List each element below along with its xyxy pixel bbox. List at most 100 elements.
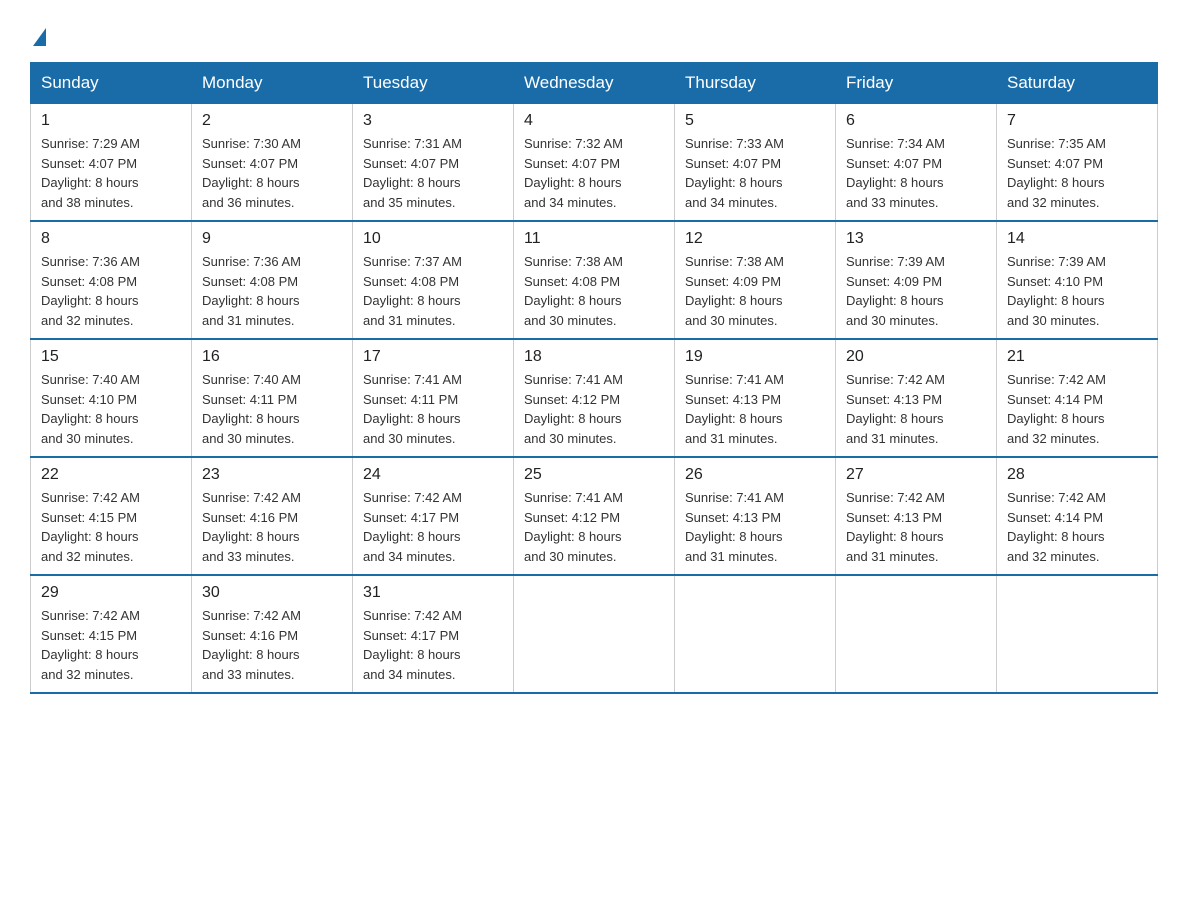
calendar-cell: 26 Sunrise: 7:41 AMSunset: 4:13 PMDaylig… [675,457,836,575]
day-number: 14 [1007,230,1147,248]
day-number: 23 [202,466,342,484]
day-info: Sunrise: 7:31 AMSunset: 4:07 PMDaylight:… [363,136,462,210]
day-number: 17 [363,348,503,366]
calendar-cell: 8 Sunrise: 7:36 AMSunset: 4:08 PMDayligh… [31,221,192,339]
day-info: Sunrise: 7:42 AMSunset: 4:17 PMDaylight:… [363,490,462,564]
calendar-cell: 6 Sunrise: 7:34 AMSunset: 4:07 PMDayligh… [836,104,997,222]
day-number: 7 [1007,112,1147,130]
day-info: Sunrise: 7:42 AMSunset: 4:16 PMDaylight:… [202,490,301,564]
calendar-cell: 2 Sunrise: 7:30 AMSunset: 4:07 PMDayligh… [192,104,353,222]
calendar-cell [836,575,997,693]
calendar-cell: 15 Sunrise: 7:40 AMSunset: 4:10 PMDaylig… [31,339,192,457]
day-number: 2 [202,112,342,130]
calendar-week-5: 29 Sunrise: 7:42 AMSunset: 4:15 PMDaylig… [31,575,1158,693]
day-number: 29 [41,584,181,602]
calendar-body: 1 Sunrise: 7:29 AMSunset: 4:07 PMDayligh… [31,104,1158,694]
day-number: 24 [363,466,503,484]
calendar-week-3: 15 Sunrise: 7:40 AMSunset: 4:10 PMDaylig… [31,339,1158,457]
day-number: 1 [41,112,181,130]
page-header [30,20,1158,42]
day-number: 5 [685,112,825,130]
calendar-cell: 30 Sunrise: 7:42 AMSunset: 4:16 PMDaylig… [192,575,353,693]
day-info: Sunrise: 7:36 AMSunset: 4:08 PMDaylight:… [202,254,301,328]
calendar-cell [675,575,836,693]
weekday-header-wednesday: Wednesday [514,63,675,104]
day-number: 12 [685,230,825,248]
day-number: 9 [202,230,342,248]
day-info: Sunrise: 7:41 AMSunset: 4:13 PMDaylight:… [685,372,784,446]
weekday-header-saturday: Saturday [997,63,1158,104]
calendar-cell: 27 Sunrise: 7:42 AMSunset: 4:13 PMDaylig… [836,457,997,575]
logo-triangle-icon [33,28,46,46]
day-number: 11 [524,230,664,248]
day-info: Sunrise: 7:42 AMSunset: 4:16 PMDaylight:… [202,608,301,682]
weekday-header-monday: Monday [192,63,353,104]
calendar-cell: 29 Sunrise: 7:42 AMSunset: 4:15 PMDaylig… [31,575,192,693]
calendar-cell: 28 Sunrise: 7:42 AMSunset: 4:14 PMDaylig… [997,457,1158,575]
day-number: 10 [363,230,503,248]
calendar-cell: 9 Sunrise: 7:36 AMSunset: 4:08 PMDayligh… [192,221,353,339]
weekday-header-thursday: Thursday [675,63,836,104]
day-info: Sunrise: 7:39 AMSunset: 4:10 PMDaylight:… [1007,254,1106,328]
day-info: Sunrise: 7:42 AMSunset: 4:17 PMDaylight:… [363,608,462,682]
calendar-cell: 12 Sunrise: 7:38 AMSunset: 4:09 PMDaylig… [675,221,836,339]
day-info: Sunrise: 7:42 AMSunset: 4:14 PMDaylight:… [1007,490,1106,564]
day-number: 28 [1007,466,1147,484]
day-info: Sunrise: 7:39 AMSunset: 4:09 PMDaylight:… [846,254,945,328]
calendar-cell: 3 Sunrise: 7:31 AMSunset: 4:07 PMDayligh… [353,104,514,222]
day-number: 13 [846,230,986,248]
weekday-header-row: SundayMondayTuesdayWednesdayThursdayFrid… [31,63,1158,104]
calendar-header: SundayMondayTuesdayWednesdayThursdayFrid… [31,63,1158,104]
day-info: Sunrise: 7:38 AMSunset: 4:08 PMDaylight:… [524,254,623,328]
day-number: 20 [846,348,986,366]
day-info: Sunrise: 7:35 AMSunset: 4:07 PMDaylight:… [1007,136,1106,210]
calendar-cell: 20 Sunrise: 7:42 AMSunset: 4:13 PMDaylig… [836,339,997,457]
day-number: 30 [202,584,342,602]
day-info: Sunrise: 7:41 AMSunset: 4:11 PMDaylight:… [363,372,462,446]
day-info: Sunrise: 7:40 AMSunset: 4:10 PMDaylight:… [41,372,140,446]
day-info: Sunrise: 7:36 AMSunset: 4:08 PMDaylight:… [41,254,140,328]
calendar-cell: 5 Sunrise: 7:33 AMSunset: 4:07 PMDayligh… [675,104,836,222]
weekday-header-tuesday: Tuesday [353,63,514,104]
calendar-cell: 13 Sunrise: 7:39 AMSunset: 4:09 PMDaylig… [836,221,997,339]
day-info: Sunrise: 7:42 AMSunset: 4:15 PMDaylight:… [41,490,140,564]
calendar-cell: 25 Sunrise: 7:41 AMSunset: 4:12 PMDaylig… [514,457,675,575]
day-number: 4 [524,112,664,130]
day-info: Sunrise: 7:41 AMSunset: 4:12 PMDaylight:… [524,372,623,446]
day-info: Sunrise: 7:32 AMSunset: 4:07 PMDaylight:… [524,136,623,210]
day-number: 19 [685,348,825,366]
day-number: 21 [1007,348,1147,366]
calendar-table: SundayMondayTuesdayWednesdayThursdayFrid… [30,62,1158,694]
day-info: Sunrise: 7:37 AMSunset: 4:08 PMDaylight:… [363,254,462,328]
calendar-cell: 16 Sunrise: 7:40 AMSunset: 4:11 PMDaylig… [192,339,353,457]
day-info: Sunrise: 7:42 AMSunset: 4:13 PMDaylight:… [846,372,945,446]
day-info: Sunrise: 7:29 AMSunset: 4:07 PMDaylight:… [41,136,140,210]
calendar-week-1: 1 Sunrise: 7:29 AMSunset: 4:07 PMDayligh… [31,104,1158,222]
day-info: Sunrise: 7:30 AMSunset: 4:07 PMDaylight:… [202,136,301,210]
calendar-week-4: 22 Sunrise: 7:42 AMSunset: 4:15 PMDaylig… [31,457,1158,575]
day-number: 22 [41,466,181,484]
day-number: 25 [524,466,664,484]
day-number: 6 [846,112,986,130]
calendar-cell: 7 Sunrise: 7:35 AMSunset: 4:07 PMDayligh… [997,104,1158,222]
day-info: Sunrise: 7:42 AMSunset: 4:15 PMDaylight:… [41,608,140,682]
day-number: 3 [363,112,503,130]
day-number: 27 [846,466,986,484]
day-info: Sunrise: 7:41 AMSunset: 4:13 PMDaylight:… [685,490,784,564]
calendar-cell [514,575,675,693]
calendar-cell: 17 Sunrise: 7:41 AMSunset: 4:11 PMDaylig… [353,339,514,457]
calendar-cell: 21 Sunrise: 7:42 AMSunset: 4:14 PMDaylig… [997,339,1158,457]
calendar-cell: 14 Sunrise: 7:39 AMSunset: 4:10 PMDaylig… [997,221,1158,339]
logo [30,20,46,42]
calendar-cell: 22 Sunrise: 7:42 AMSunset: 4:15 PMDaylig… [31,457,192,575]
weekday-header-friday: Friday [836,63,997,104]
calendar-cell: 1 Sunrise: 7:29 AMSunset: 4:07 PMDayligh… [31,104,192,222]
day-info: Sunrise: 7:38 AMSunset: 4:09 PMDaylight:… [685,254,784,328]
calendar-cell: 18 Sunrise: 7:41 AMSunset: 4:12 PMDaylig… [514,339,675,457]
calendar-cell: 19 Sunrise: 7:41 AMSunset: 4:13 PMDaylig… [675,339,836,457]
day-info: Sunrise: 7:42 AMSunset: 4:13 PMDaylight:… [846,490,945,564]
calendar-cell: 24 Sunrise: 7:42 AMSunset: 4:17 PMDaylig… [353,457,514,575]
day-info: Sunrise: 7:40 AMSunset: 4:11 PMDaylight:… [202,372,301,446]
day-number: 8 [41,230,181,248]
day-info: Sunrise: 7:42 AMSunset: 4:14 PMDaylight:… [1007,372,1106,446]
